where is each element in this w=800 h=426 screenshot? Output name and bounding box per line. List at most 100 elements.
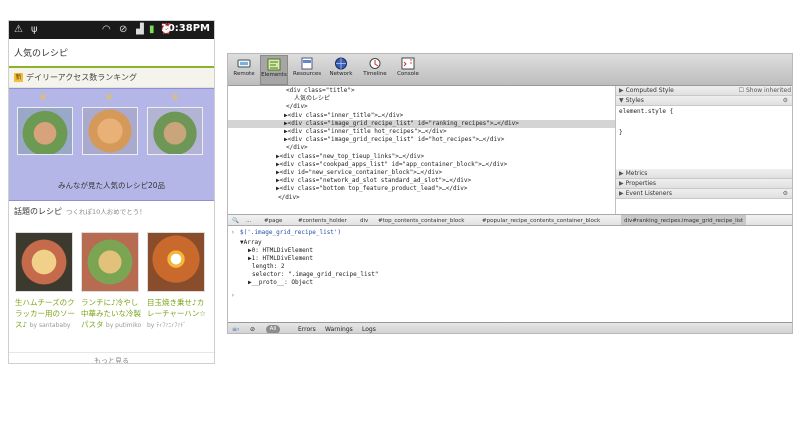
console-result: selector: ".image_grid_recipe_list" (252, 271, 379, 278)
ranking-heading-label: デイリーアクセス数ランキング (26, 73, 138, 82)
filter-errors-button[interactable]: Errors (298, 325, 316, 333)
dom-node[interactable]: </div> (286, 144, 308, 152)
featured-heading: 話題のレシピ つくれぽ10人おめでとう！ (9, 201, 214, 221)
element-style-rule[interactable]: element.style { } (619, 108, 673, 136)
recipe-thumbnail[interactable] (15, 232, 73, 292)
disclosure-right-icon: ▶ (619, 170, 624, 177)
dom-node[interactable]: </div> (286, 103, 308, 111)
timeline-icon (369, 58, 381, 69)
properties-section[interactable]: ▶ Properties (616, 179, 792, 189)
web-inspector-window: Remote Elements Resources Network Timeli… (227, 53, 793, 334)
clear-console-icon[interactable]: ⊘ (250, 325, 255, 333)
disclosure-right-icon: ▶ (619, 180, 624, 187)
toolbar-button-resources[interactable]: Resources (293, 55, 321, 85)
console-result[interactable]: ▼Array (240, 239, 262, 247)
no-sim-icon: ⊘ (119, 24, 128, 35)
remote-icon (237, 59, 251, 68)
dom-node[interactable]: ▶<div class="new_top_tieup_links">…</div… (276, 153, 424, 161)
toolbar-button-network[interactable]: Network (327, 55, 355, 85)
toolbar-button-elements[interactable]: Elements (260, 55, 288, 85)
show-inherited-toggle[interactable]: ☐ Show inherited (739, 86, 791, 96)
ranking-recipes-block[interactable]: ♛ ♛ ♛ みんなが見た人気のレシピ20品 (9, 88, 214, 201)
filter-logs-button[interactable]: Logs (362, 325, 376, 333)
toolbar-button-remote[interactable]: Remote (230, 55, 258, 85)
more-link[interactable]: もっと見る (9, 352, 214, 363)
gear-icon[interactable]: ⚙ (783, 96, 788, 106)
page-title: 人気のレシピ (9, 39, 214, 68)
console-result[interactable]: ▶0: HTMLDivElement (248, 247, 313, 255)
recipe-link[interactable]: ランチに♪冷やし中華みたいな冷製パスタ by putimiko (81, 297, 145, 331)
show-inherited-label: Show inherited (745, 87, 791, 94)
recipe-link[interactable]: 生ハムチーズのクラッカー用のソース♪ by santababy (15, 297, 79, 331)
toolbar-button-timeline[interactable]: Timeline (361, 55, 389, 85)
console-output: › $('.image_grid_recipe_list') ▼Array ▶0… (228, 226, 792, 322)
recipe-author: by ﾃｨﾌｧﾆｨﾌｧﾄﾞ (147, 322, 187, 329)
breadcrumb-item[interactable]: #top_contents_container_block (378, 215, 464, 225)
dom-node[interactable]: </div> (278, 194, 300, 202)
toolbar-button-console[interactable]: Console (394, 55, 422, 85)
breadcrumb-item[interactable]: #page (264, 215, 282, 225)
inspector-toolbar: Remote Elements Resources Network Timeli… (228, 54, 792, 86)
featured-subheading: つくれぽ10人おめでとう！ (66, 208, 146, 216)
ranking-caption: みんなが見た人気のレシピ20品 (57, 181, 166, 190)
crown-icon: ♛ (105, 93, 114, 103)
breadcrumb-item[interactable]: #popular_recipe_contents_container_block (482, 215, 600, 225)
disclosure-right-icon: ▶ (619, 87, 624, 94)
console-input[interactable]: › (231, 292, 235, 300)
dom-node[interactable]: ▶<div class="bottom top_feature_product_… (276, 185, 467, 193)
usb-icon: ψ (31, 24, 38, 35)
ranking-thumbnail[interactable] (147, 107, 203, 155)
search-icon[interactable]: 🔍 (232, 215, 239, 225)
recipe-thumbnail[interactable] (147, 232, 205, 292)
elements-tree: <div class="title"> 人気のレシピ </div> ▶<div … (228, 86, 615, 214)
recipe-link[interactable]: 目玉焼き乗せ♪カレーチャーハン☆ by ﾃｨﾌｧﾆｨﾌｧﾄﾞ (147, 297, 211, 331)
dom-node[interactable]: ▶<div class="inner_title hot_recipes">…<… (284, 128, 447, 136)
toolbar-label: Console (397, 71, 419, 77)
featured-heading-label: 話題のレシピ (14, 207, 62, 216)
ranking-thumbnail[interactable] (82, 107, 138, 155)
console-icon (401, 57, 415, 70)
toolbar-label: Remote (233, 71, 255, 77)
breadcrumb-item-selected[interactable]: div#ranking_recipes.image_grid_recipe_li… (621, 215, 747, 225)
breadcrumb-item[interactable]: div (360, 215, 368, 225)
ranking-badge-icon: 新 (14, 73, 23, 82)
ranking-thumbnail[interactable] (17, 107, 73, 155)
dom-node[interactable]: ▶<div class="image_grid_recipe_list" id=… (284, 136, 504, 144)
console-result: length: 2 (252, 263, 285, 270)
filter-warnings-button[interactable]: Warnings (325, 325, 353, 333)
ranking-heading: 新デイリーアクセス数ランキング (9, 68, 214, 88)
console-toggle-icon[interactable]: ≡› (232, 325, 239, 333)
console-command[interactable]: $('.image_grid_recipe_list') (240, 229, 341, 237)
recipe-title: 目玉焼き乗せ♪カレーチャーハン☆ (147, 298, 206, 318)
dom-node[interactable]: ▶<div class="network_ad_slot standard_ad… (276, 177, 471, 185)
dom-node[interactable]: ▶<div id="new_service_container_block">…… (276, 169, 442, 177)
dom-node[interactable]: ▶<div class="cookpad_apps_list" id="app_… (276, 161, 507, 169)
dom-text-node[interactable]: 人気のレシピ (294, 95, 330, 103)
console-result[interactable]: ▶__proto__: Object (248, 279, 313, 287)
event-listeners-section[interactable]: ▶ Event Listeners ⚙ (616, 189, 792, 199)
console-result[interactable]: ▶1: HTMLDivElement (248, 255, 313, 263)
network-icon (335, 57, 347, 70)
dom-node[interactable]: ▶<div class="inner_title">…</div> (284, 112, 403, 120)
breadcrumb-item[interactable]: ... (246, 215, 251, 225)
status-time: 10:38PM (160, 23, 210, 34)
dom-node[interactable]: <div class="title"> (286, 87, 355, 95)
inspector-status-bar: ≡› ⊘ All Errors Warnings Logs (228, 322, 792, 333)
computed-style-section[interactable]: ▶ Computed Style ☐ Show inherited (616, 86, 792, 96)
breadcrumb: 🔍 ... #page #contents_holder div #top_co… (228, 214, 792, 226)
filter-all-button[interactable]: All (266, 325, 280, 333)
section-label: Styles (625, 97, 644, 104)
styles-sidebar: ▶ Computed Style ☐ Show inherited ▼ Styles… (615, 86, 792, 214)
gear-icon[interactable]: ⚙ (783, 189, 788, 199)
dom-node-selected[interactable]: ▶<div class="image_grid_recipe_list" id=… (228, 120, 615, 128)
android-status-bar: ⚠ ψ ◠ ⊘ ▟ ▮ ⏰ 10:38PM (9, 21, 214, 39)
slide-canvas: ⚠ ψ ◠ ⊘ ▟ ▮ ⏰ 10:38PM 人気のレシピ 新デイリーアクセス数ラ… (0, 0, 800, 426)
breadcrumb-item[interactable]: #contents_holder (298, 215, 347, 225)
crown-icon: ♛ (39, 93, 48, 103)
element-style-close: } (619, 129, 623, 136)
section-label: Metrics (625, 170, 648, 177)
recipe-author: by santababy (29, 322, 71, 329)
styles-section[interactable]: ▼ Styles ⚙ (616, 96, 792, 106)
metrics-section[interactable]: ▶ Metrics (616, 169, 792, 179)
recipe-thumbnail[interactable] (81, 232, 139, 292)
